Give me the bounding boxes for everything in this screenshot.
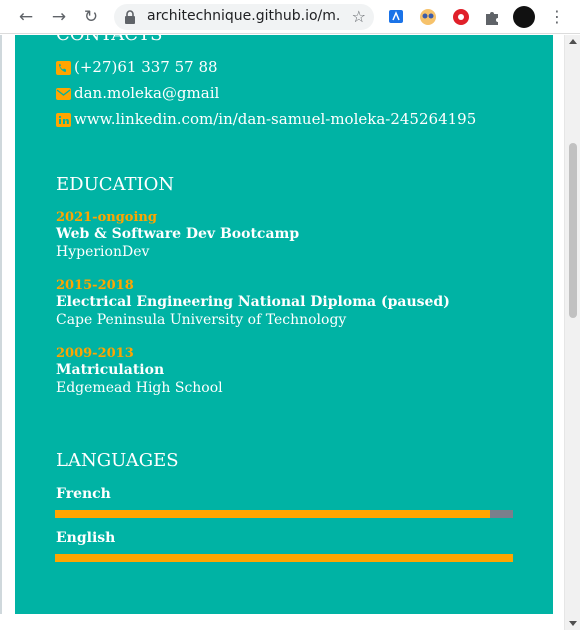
- bookmark-star-icon[interactable]: ☆: [352, 7, 366, 26]
- linkedin-text[interactable]: www.linkedin.com/in/dan-samuel-moleka-24…: [74, 110, 476, 128]
- education-heading: EDUCATION: [56, 174, 175, 195]
- browser-toolbar: ← → ↻ architechnique.github.io/m... ☆ ⋮: [0, 0, 580, 34]
- menu-kebab-icon[interactable]: ⋮: [546, 6, 568, 28]
- reload-icon[interactable]: ↻: [80, 6, 102, 28]
- education-title: Electrical Engineering National Diploma …: [56, 294, 450, 310]
- education-title: Web & Software Dev Bootcamp: [56, 226, 300, 242]
- extension-record-icon[interactable]: [451, 7, 471, 27]
- page-content-below: [0, 614, 580, 630]
- envelope-icon: [56, 88, 71, 100]
- resume-sidebar-panel: CONTACTS (+27)61 337 57 88 dan.moleka@gm…: [15, 35, 553, 614]
- language-level-bar: [55, 510, 513, 518]
- phone-icon: [56, 61, 71, 75]
- education-school: Edgemead High School: [56, 380, 223, 396]
- education-years: 2009-2013: [56, 346, 134, 361]
- page-viewport: CONTACTS (+27)61 337 57 88 dan.moleka@gm…: [0, 35, 580, 630]
- lock-icon: [125, 10, 135, 24]
- education-title: Matriculation: [56, 362, 165, 378]
- email-text[interactable]: dan.moleka@gmail: [74, 84, 219, 102]
- scroll-up-arrow-icon[interactable]: [569, 39, 577, 44]
- vertical-scrollbar[interactable]: [564, 35, 580, 630]
- education-school: Cape Peninsula University of Technology: [56, 312, 347, 328]
- language-name: English: [56, 530, 116, 546]
- language-name: French: [56, 486, 111, 502]
- extension-translate-icon[interactable]: [387, 7, 407, 27]
- left-edge: [0, 35, 2, 630]
- address-bar[interactable]: architechnique.github.io/m... ☆: [114, 4, 374, 30]
- scrollbar-thumb[interactable]: [569, 143, 577, 318]
- profile-avatar-icon[interactable]: [513, 6, 535, 28]
- linkedin-icon: [56, 113, 71, 127]
- language-level-fill: [55, 554, 513, 562]
- education-years: 2021-ongoing: [56, 210, 157, 225]
- phone-text: (+27)61 337 57 88: [74, 58, 218, 76]
- extension-glasses-icon[interactable]: [418, 7, 438, 27]
- extensions-puzzle-icon[interactable]: [482, 7, 502, 27]
- url-text[interactable]: architechnique.github.io/m...: [147, 8, 339, 24]
- contacts-heading: CONTACTS: [56, 35, 162, 45]
- education-years: 2015-2018: [56, 278, 134, 293]
- forward-arrow-icon[interactable]: →: [48, 6, 70, 28]
- education-school: HyperionDev: [56, 244, 150, 260]
- language-level-bar: [55, 554, 513, 562]
- language-level-fill: [55, 510, 491, 518]
- back-arrow-icon[interactable]: ←: [15, 6, 37, 28]
- scroll-down-arrow-icon[interactable]: [569, 621, 577, 626]
- languages-heading: LANGUAGES: [56, 450, 179, 471]
